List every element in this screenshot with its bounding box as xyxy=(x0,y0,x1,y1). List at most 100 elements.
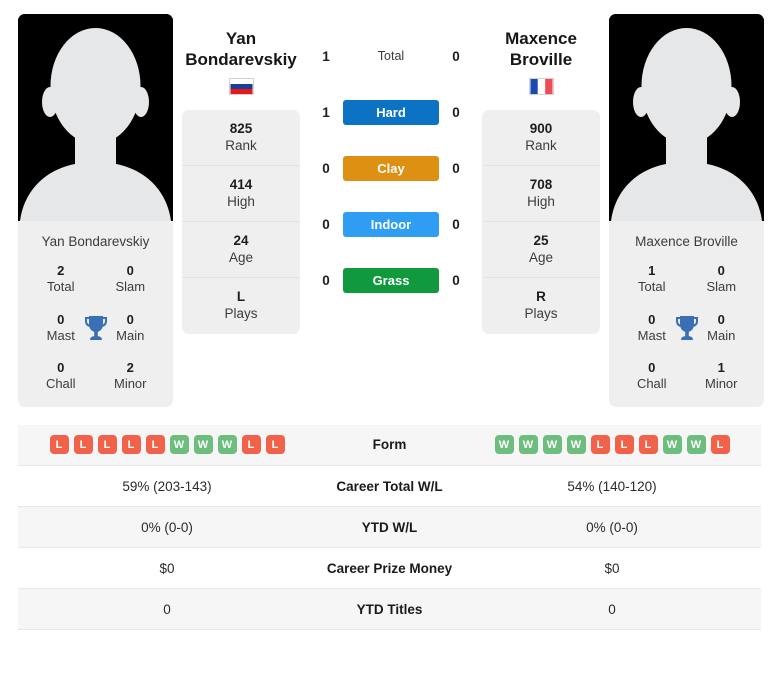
row-label-career-prize-money: Career Prize Money xyxy=(326,560,453,576)
form-chip-w: W xyxy=(494,435,514,455)
trophy-icon xyxy=(84,315,107,340)
table-row-career-total-wl: 59% (203-143) Career Total W/L 54% (140-… xyxy=(18,466,761,507)
h2h-total-label-wrap: Total xyxy=(343,47,439,65)
h2h-clay-left: 0 xyxy=(322,160,330,176)
form-chip-l: L xyxy=(710,435,730,455)
right-career-prize-money: $0 xyxy=(604,560,620,576)
surface-badge-clay[interactable]: Clay xyxy=(343,155,439,181)
left-player-panel: Yan Bondarevskiy 2 Total 0 Slam 0 Mast 0… xyxy=(18,14,173,407)
left-stat-rank: 825 Rank xyxy=(182,110,300,166)
form-chip-l: L xyxy=(638,435,658,455)
left-form-strip: LLLLLWWWLL xyxy=(18,435,316,455)
right-player-stats-column: Maxence Broville 900 Rank 708 High 25 Ag… xyxy=(482,14,600,334)
left-title-chall: 0 Chall xyxy=(45,360,76,392)
surface-badge-indoor[interactable]: Indoor xyxy=(343,211,439,237)
left-titles-grid: 2 Total 0 Slam 0 Mast 0 Main 0 Chall 2 M… xyxy=(26,263,165,393)
head-to-head-page: Yan Bondarevskiy 2 Total 0 Slam 0 Mast 0… xyxy=(0,0,779,630)
head-to-head-column: 1 Total 0 1 Hard 0 0 Clay 0 0 Indoor 0 0… xyxy=(309,14,473,308)
comparison-table: LLLLLWWWLL Form WWWWLLLWWL 59% (203-143)… xyxy=(18,424,761,631)
right-form-strip: WWWWLLLWWL xyxy=(463,435,761,455)
table-row-career-prize-money: $0 Career Prize Money $0 xyxy=(18,548,761,589)
flag-russia-icon xyxy=(228,78,254,96)
left-form-cell: LLLLLWWWLL xyxy=(18,425,316,466)
form-chip-w: W xyxy=(217,435,237,455)
left-career-prize-money: $0 xyxy=(159,560,175,576)
left-player-stats-column: Yan Bondarevskiy 825 Rank 414 High 24 Ag… xyxy=(182,14,300,334)
right-player-last-name: Broville xyxy=(509,50,573,70)
row-label-form: Form xyxy=(372,437,407,453)
right-title-chall: 0 Chall xyxy=(636,360,667,392)
right-player-panel: Maxence Broville 1 Total 0 Slam 0 Mast 0… xyxy=(609,14,764,407)
h2h-indoor-left: 0 xyxy=(322,216,330,232)
form-chip-w: W xyxy=(193,435,213,455)
form-chip-w: W xyxy=(662,435,682,455)
left-player-header: Yan Bondarevskiy xyxy=(182,14,300,110)
right-stats-card: 900 Rank 708 High 25 Age R Plays xyxy=(482,110,600,334)
flag-france-icon xyxy=(528,78,554,96)
h2h-row-hard: 1 Hard 0 xyxy=(309,84,473,140)
left-player-avatar[interactable] xyxy=(18,14,173,221)
h2h-hard-right: 0 xyxy=(452,104,460,120)
h2h-total-right: 0 xyxy=(452,48,460,64)
left-player-last-name: Bondarevskiy xyxy=(185,50,297,70)
right-player-titles-card: Maxence Broville 1 Total 0 Slam 0 Mast 0… xyxy=(609,221,764,407)
left-player-titles-card: Yan Bondarevskiy 2 Total 0 Slam 0 Mast 0… xyxy=(18,221,173,407)
right-ytd-wl: 0% (0-0) xyxy=(586,519,638,535)
form-chip-l: L xyxy=(590,435,610,455)
form-chip-w: W xyxy=(566,435,586,455)
row-label-career-total-wl: Career Total W/L xyxy=(336,478,443,494)
right-title-total: 1 Total xyxy=(638,263,666,295)
form-chip-l: L xyxy=(49,435,69,455)
left-career-total-wl: 59% (203-143) xyxy=(122,478,212,494)
form-chip-l: L xyxy=(73,435,93,455)
form-chip-l: L xyxy=(241,435,261,455)
table-row-ytd-wl: 0% (0-0) YTD W/L 0% (0-0) xyxy=(18,506,761,548)
right-ytd-titles: 0 xyxy=(608,601,616,617)
left-stat-plays: L Plays xyxy=(224,289,258,321)
form-chip-w: W xyxy=(542,435,562,455)
left-ytd-wl: 0% (0-0) xyxy=(141,519,193,535)
left-player-name-small: Yan Bondarevskiy xyxy=(41,234,150,249)
h2h-total-label: Total xyxy=(377,49,405,63)
form-chip-l: L xyxy=(614,435,634,455)
left-stat-age: 24 Age xyxy=(182,222,300,278)
left-title-minor: 2 Minor xyxy=(113,360,147,392)
right-career-total-wl: 54% (140-120) xyxy=(567,478,657,494)
right-title-minor: 1 Minor xyxy=(704,360,738,392)
form-chip-w: W xyxy=(686,435,706,455)
avatar-silhouette-icon xyxy=(609,14,764,221)
avatar-silhouette-icon xyxy=(18,14,173,221)
right-player-header: Maxence Broville xyxy=(482,14,600,110)
table-row-form: LLLLLWWWLL Form WWWWLLLWWL xyxy=(18,424,761,466)
h2h-total-left: 1 xyxy=(322,48,330,64)
form-chip-l: L xyxy=(121,435,141,455)
h2h-grass-label-wrap: Grass xyxy=(343,267,439,293)
h2h-hard-label-wrap: Hard xyxy=(343,99,439,125)
right-player-first-name: Maxence xyxy=(505,29,577,48)
left-title-slam: 0 Slam xyxy=(115,263,146,295)
right-form-cell: WWWWLLLWWL xyxy=(463,425,761,466)
form-chip-w: W xyxy=(518,435,538,455)
left-player-first-name: Yan xyxy=(225,29,257,48)
right-player-name-small: Maxence Broville xyxy=(635,234,738,249)
h2h-clay-right: 0 xyxy=(452,160,460,176)
right-stat-plays: R Plays xyxy=(524,289,558,321)
form-chip-l: L xyxy=(265,435,285,455)
h2h-row-clay: 0 Clay 0 xyxy=(309,140,473,196)
surface-badge-hard[interactable]: Hard xyxy=(343,99,439,125)
h2h-grass-right: 0 xyxy=(452,272,460,288)
h2h-grass-left: 0 xyxy=(322,272,330,288)
form-chip-l: L xyxy=(145,435,165,455)
form-chip-w: W xyxy=(169,435,189,455)
right-player-avatar[interactable] xyxy=(609,14,764,221)
form-chip-l: L xyxy=(97,435,117,455)
surface-badge-grass[interactable]: Grass xyxy=(343,267,439,293)
h2h-row-total: 1 Total 0 xyxy=(309,28,473,84)
trophy-icon xyxy=(675,315,698,340)
left-ytd-titles: 0 xyxy=(163,601,171,617)
right-titles-grid: 1 Total 0 Slam 0 Mast 0 Main 0 Chall 1 M… xyxy=(617,263,756,393)
row-label-ytd-titles: YTD Titles xyxy=(356,601,423,617)
left-title-total: 2 Total xyxy=(47,263,75,295)
top-comparison-section: Yan Bondarevskiy 2 Total 0 Slam 0 Mast 0… xyxy=(18,14,764,407)
table-row-ytd-titles: 0 YTD Titles 0 xyxy=(18,588,761,630)
